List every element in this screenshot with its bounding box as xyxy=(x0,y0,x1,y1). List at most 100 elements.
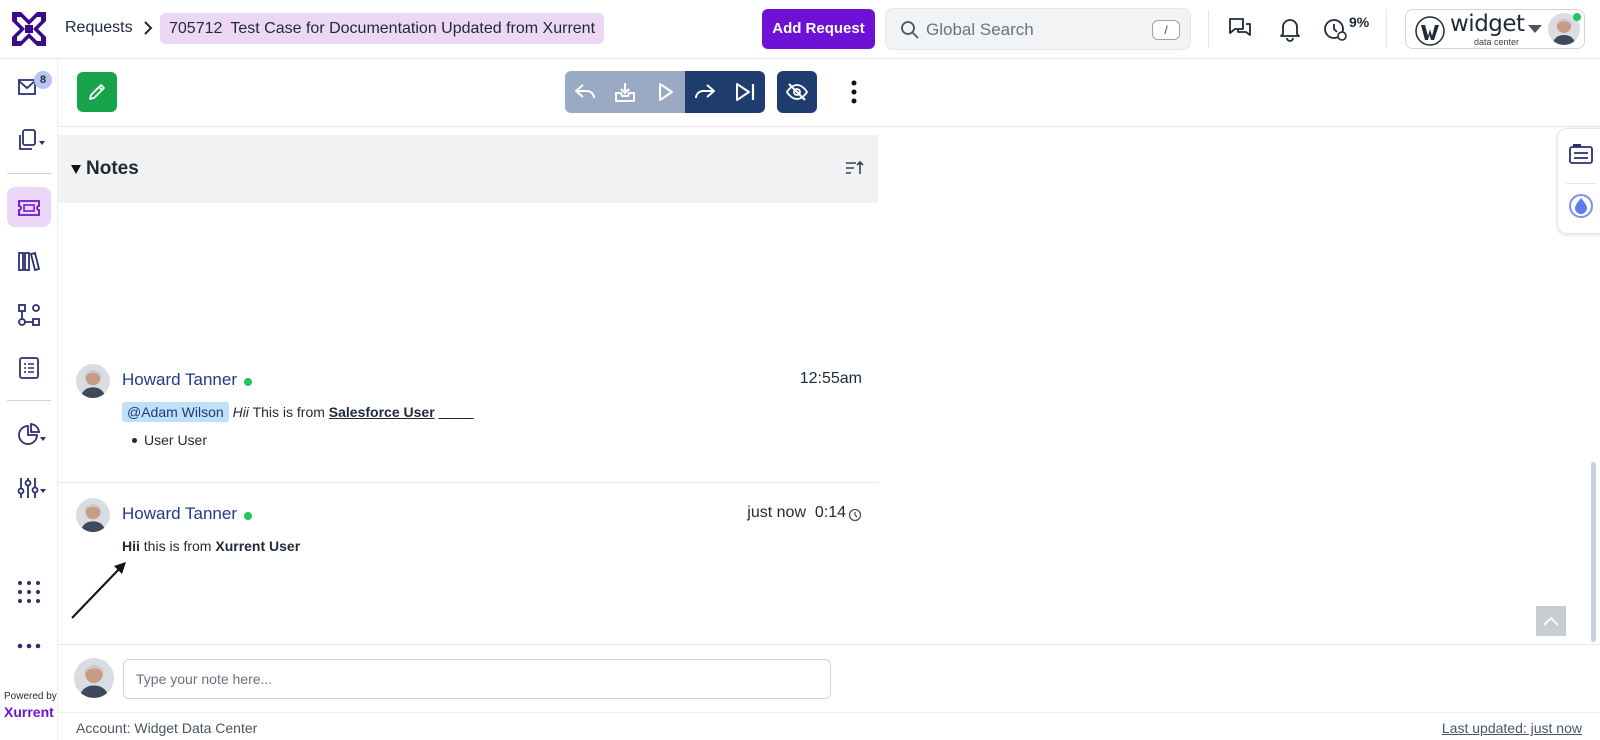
nav-inbox[interactable]: 8 xyxy=(7,65,52,105)
search-shortcut-key: / xyxy=(1152,20,1180,40)
nav-settings[interactable] xyxy=(7,467,51,507)
note-body: Hii this is from Xurrent User xyxy=(122,538,300,554)
apps-grid-icon xyxy=(18,581,40,603)
request-title: Test Case for Documentation Updated from… xyxy=(230,20,596,37)
workflow-icon xyxy=(18,304,40,326)
forward-button[interactable] xyxy=(685,71,725,113)
ai-assistant-icon[interactable] xyxy=(1568,193,1594,219)
search-icon xyxy=(901,21,919,39)
reply-button[interactable] xyxy=(565,71,605,113)
note-bold-start: Hii xyxy=(122,538,140,554)
list-icon xyxy=(19,357,39,379)
org-name: widget xyxy=(1450,11,1525,37)
nav-workflows[interactable] xyxy=(7,294,51,334)
online-status-dot xyxy=(244,512,252,520)
online-status-dot xyxy=(244,378,252,386)
nav-more[interactable] xyxy=(7,625,51,665)
note-divider xyxy=(58,482,878,483)
note-text: this is from xyxy=(143,538,212,554)
library-icon xyxy=(18,251,41,272)
copy-icon xyxy=(19,129,45,150)
sort-icon[interactable] xyxy=(845,159,865,177)
ticket-icon xyxy=(18,200,40,216)
play-icon xyxy=(659,83,673,101)
nav-analytics[interactable] xyxy=(7,414,51,454)
note-item: Howard Tanner just now 0:14 Hii this is … xyxy=(58,498,878,558)
breadcrumb-current-request[interactable]: 705712 Test Case for Documentation Update… xyxy=(160,13,605,44)
inbox-download-icon xyxy=(615,83,635,102)
note-composer xyxy=(58,644,1600,712)
timer-icon[interactable] xyxy=(1322,16,1348,42)
nav-knowledge[interactable] xyxy=(7,240,51,280)
scroll-to-top-button[interactable] xyxy=(1536,606,1566,636)
bullet-dot xyxy=(132,438,137,443)
nav-copy-menu[interactable] xyxy=(7,119,51,159)
skip-button[interactable] xyxy=(725,71,765,113)
header-divider xyxy=(1208,10,1209,48)
note-italic-text: Hii xyxy=(232,404,249,420)
widget-logo xyxy=(1415,16,1445,46)
notes-title: Notes xyxy=(86,158,139,179)
note-text: This is from xyxy=(252,404,325,420)
top-bar: Requests 705712 Test Case for Documentati… xyxy=(0,0,1600,59)
author-avatar[interactable] xyxy=(76,498,110,532)
note-bold-end: Xurrent User xyxy=(215,538,301,554)
nav-requests[interactable] xyxy=(7,187,51,227)
note-body: @Adam Wilson Hii This is from Salesforce… xyxy=(122,402,474,422)
time-tracking-percent: 9% xyxy=(1349,14,1370,30)
add-request-button[interactable]: Add Request xyxy=(762,9,875,49)
author-avatar[interactable] xyxy=(76,364,110,398)
note-time: 12:55am xyxy=(799,370,862,387)
bell-icon[interactable] xyxy=(1277,16,1303,42)
more-horizontal-icon xyxy=(17,643,41,649)
note-time: just now xyxy=(747,504,806,521)
pie-chart-icon xyxy=(18,423,46,445)
note-bullet-item: User User xyxy=(144,432,208,448)
nav-divider xyxy=(7,173,51,174)
skip-forward-icon xyxy=(736,83,755,101)
annotation-arrow xyxy=(71,562,126,619)
last-updated-link[interactable]: Last updated: just now xyxy=(1442,720,1582,736)
account-label: Account: Widget Data Center xyxy=(76,720,258,736)
right-rail xyxy=(1557,128,1600,234)
more-vertical-icon[interactable] xyxy=(848,77,860,107)
reply-icon xyxy=(575,84,595,99)
brand-name[interactable]: Xurrent xyxy=(4,704,54,720)
chat-icon[interactable] xyxy=(1227,16,1253,42)
powered-by-label: Powered by xyxy=(4,691,57,702)
current-user-avatar xyxy=(74,658,114,698)
request-id: 705712 xyxy=(169,20,223,37)
notes-section-header[interactable]: Notes xyxy=(58,135,878,203)
account-switcher[interactable]: widget data center xyxy=(1405,9,1585,49)
start-button[interactable] xyxy=(645,71,685,113)
note-bold-underlined-text: Salesforce User xyxy=(328,404,435,420)
note-timer[interactable]: 0:14 xyxy=(815,504,846,522)
nav-list[interactable] xyxy=(7,347,51,387)
left-nav: 8 Powered by Xurrent xyxy=(0,59,58,740)
toggle-visibility-button[interactable] xyxy=(777,71,817,113)
workflow-action-group xyxy=(565,71,765,113)
breadcrumb-requests[interactable]: Requests xyxy=(65,19,133,37)
chevron-down-icon xyxy=(1528,25,1542,33)
clock-icon xyxy=(848,508,862,522)
nav-divider xyxy=(7,400,51,401)
global-search[interactable]: Global Search / xyxy=(885,8,1191,50)
pencil-icon xyxy=(89,84,105,100)
accept-button[interactable] xyxy=(605,71,645,113)
nav-apps[interactable] xyxy=(7,571,51,611)
inbox-count-badge: 8 xyxy=(34,71,52,89)
note-bullet-list: User User xyxy=(132,432,208,448)
collapse-triangle-icon xyxy=(71,165,81,174)
eye-off-icon xyxy=(786,83,808,101)
online-status-dot xyxy=(1573,13,1581,21)
details-card-icon[interactable] xyxy=(1568,142,1594,168)
request-toolbar xyxy=(58,59,1600,127)
edit-button[interactable] xyxy=(77,72,117,112)
scrollbar-thumb[interactable] xyxy=(1591,462,1596,642)
note-author[interactable]: Howard Tanner xyxy=(122,370,237,390)
user-mention[interactable]: @Adam Wilson xyxy=(122,402,229,422)
xurrent-logo[interactable] xyxy=(12,12,46,46)
note-author[interactable]: Howard Tanner xyxy=(122,504,237,524)
note-input[interactable] xyxy=(123,659,831,699)
chevron-up-icon xyxy=(1543,616,1559,626)
